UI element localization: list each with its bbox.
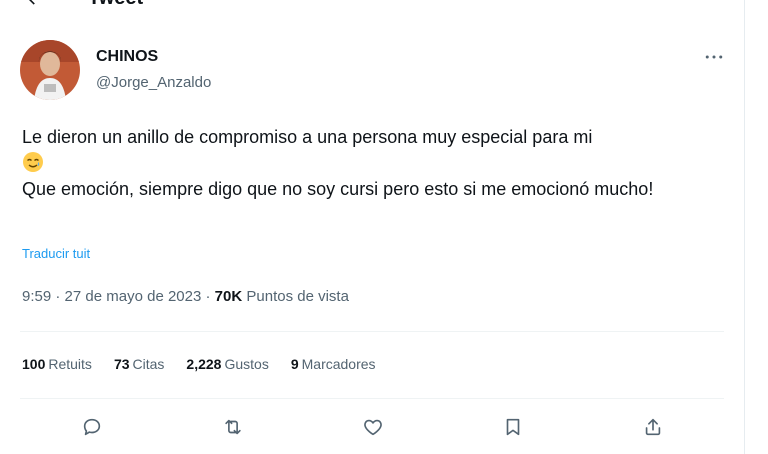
more-options-icon[interactable]	[702, 47, 726, 67]
stat-bookmarks[interactable]: 9 Marcadores	[291, 356, 376, 372]
stat-quotes[interactable]: 73 Citas	[114, 356, 164, 372]
engagement-stats: 100 Retuits 73 Citas 2,228 Gustos 9 Marcador…	[22, 356, 376, 372]
translate-link[interactable]: Traducir tuit	[22, 246, 90, 261]
like-icon[interactable]	[358, 412, 388, 442]
stat-count: 100	[22, 356, 46, 372]
share-icon[interactable]	[638, 412, 668, 442]
stat-count: 73	[113, 356, 130, 372]
timeline-border	[744, 0, 745, 454]
tweet-time[interactable]: 9:59	[22, 288, 51, 305]
views-count: 70K	[214, 288, 243, 305]
reply-icon[interactable]	[77, 412, 107, 442]
stat-retweets[interactable]: 100 Retuits	[22, 356, 92, 372]
tweet-text-line1: Le dieron un anillo de compromiso a una …	[22, 127, 593, 147]
divider	[20, 331, 724, 332]
back-arrow-icon[interactable]	[24, 0, 44, 8]
stat-count: 9	[290, 356, 299, 372]
meta-separator: ·	[51, 288, 65, 305]
stat-likes[interactable]: 2,228 Gustos	[186, 356, 268, 372]
bookmark-icon[interactable]	[498, 412, 528, 442]
tweet-text-line2: Que emoción, siempre digo que no soy cur…	[22, 179, 654, 199]
top-header: Tweet	[24, 0, 143, 10]
author-handle[interactable]: @Jorge_Anzaldo	[96, 74, 211, 91]
views-label: Puntos de vista	[246, 288, 349, 305]
divider	[20, 398, 724, 399]
stat-label: Gustos	[224, 356, 269, 372]
tweet-text: Le dieron un anillo de compromiso a una …	[22, 124, 722, 202]
stat-count: 2,228	[186, 356, 222, 372]
tweet-date[interactable]: 27 de mayo de 2023	[65, 288, 202, 305]
meta-separator: ·	[201, 288, 215, 305]
stat-label: Retuits	[48, 356, 92, 372]
avatar[interactable]	[20, 40, 80, 100]
stat-label: Marcadores	[301, 356, 376, 372]
retweet-icon[interactable]	[218, 412, 248, 442]
tweet-actions	[0, 412, 744, 442]
author-name[interactable]: CHINOS	[96, 48, 158, 66]
stat-label: Citas	[132, 356, 165, 372]
tweet-meta: 9:59 · 27 de mayo de 2023 · 70K Puntos d…	[22, 288, 349, 305]
page-title: Tweet	[88, 0, 143, 10]
smiling-face-with-tear-icon	[22, 151, 44, 173]
